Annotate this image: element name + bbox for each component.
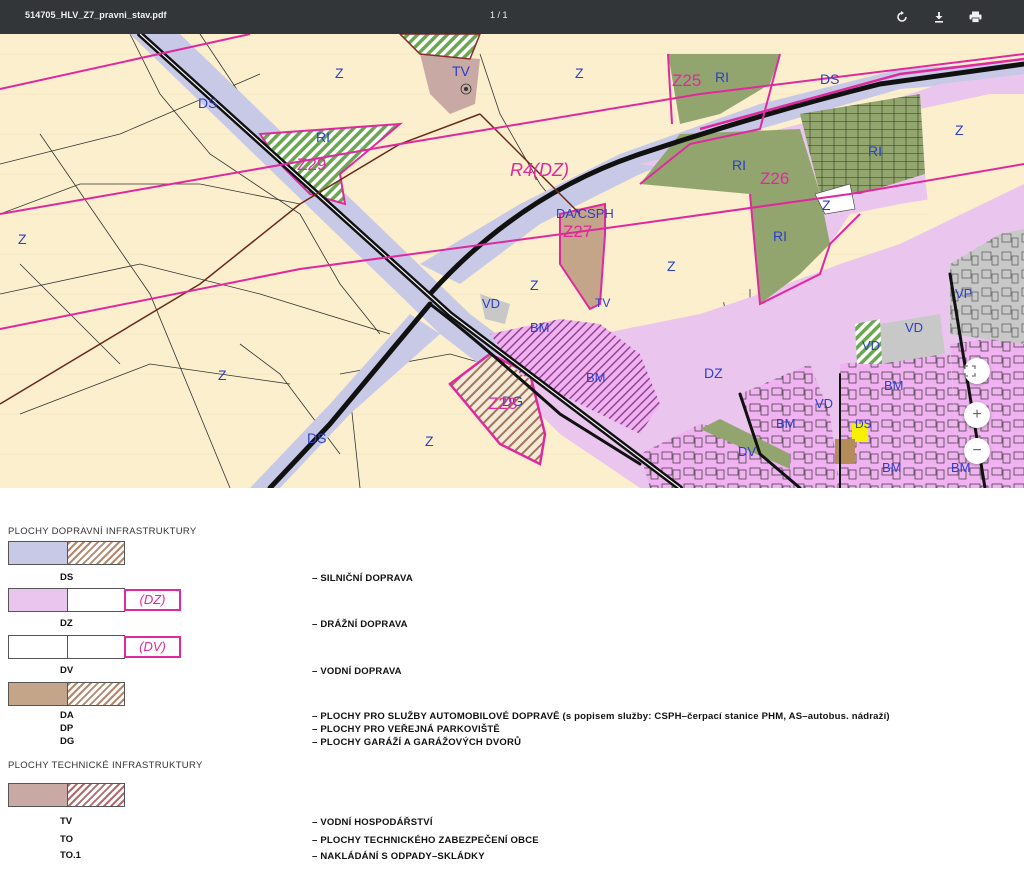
label-vd: VD bbox=[905, 320, 923, 335]
label-vp: VP bbox=[955, 286, 972, 301]
pdf-toolbar: 514705_HLV_Z7_pravni_stav.pdf 1 / 1 bbox=[0, 0, 1024, 34]
label-z: Z bbox=[575, 65, 584, 81]
swatch-ds-fill bbox=[8, 541, 68, 565]
document-filename: 514705_HLV_Z7_pravni_stav.pdf bbox=[25, 10, 167, 20]
rotate-icon bbox=[897, 11, 907, 22]
label-ri: RI bbox=[715, 69, 729, 85]
label-bm: BM bbox=[884, 378, 904, 393]
dp-brown-plot bbox=[835, 439, 855, 464]
label-bm: BM bbox=[586, 370, 606, 385]
label-ri: RI bbox=[868, 143, 882, 159]
label-r4dz: R4(DZ) bbox=[510, 160, 569, 180]
label-ri: RI bbox=[316, 129, 330, 145]
legend-desc: – PLOCHY TECHNICKÉHO ZABEZPEČENÍ OBCE bbox=[312, 835, 539, 846]
label-z: Z bbox=[18, 231, 27, 247]
label-z25: Z25 bbox=[672, 71, 701, 90]
label-z26: Z26 bbox=[760, 169, 789, 188]
rotate-button[interactable] bbox=[893, 8, 911, 26]
download-button[interactable] bbox=[930, 8, 948, 26]
zoom-out-button[interactable]: − bbox=[964, 438, 990, 464]
section-technical-title: PLOCHY TECHNICKÉ INFRASTRUKTURY bbox=[8, 760, 203, 771]
swatch-tv-fill bbox=[8, 783, 68, 807]
legend-desc: – SILNIČNÍ DOPRAVA bbox=[312, 573, 413, 584]
label-z: Z bbox=[530, 277, 539, 293]
label-vd: VD bbox=[815, 396, 833, 411]
label-ds: DS bbox=[820, 71, 839, 87]
download-icon bbox=[935, 12, 943, 23]
legend-code: DS bbox=[60, 572, 74, 583]
legend-code: TV bbox=[60, 816, 73, 827]
label-z28: Z28 bbox=[488, 394, 517, 413]
fit-page-icon bbox=[964, 365, 976, 377]
print-button[interactable] bbox=[966, 8, 984, 26]
fit-page-button[interactable] bbox=[964, 358, 990, 384]
label-bm: BM bbox=[776, 416, 796, 431]
label-da-csph: DA/CSPH bbox=[556, 206, 614, 221]
legend-desc: – PLOCHY PRO VEŘEJNÁ PARKOVIŠTĚ bbox=[312, 724, 500, 735]
swatch-dz-empty bbox=[67, 588, 125, 612]
tv-symbol-dot bbox=[464, 87, 468, 91]
label-z: Z bbox=[425, 433, 434, 449]
label-bm: BM bbox=[951, 460, 971, 475]
label-ri: RI bbox=[773, 228, 787, 244]
label-z27: Z27 bbox=[563, 222, 592, 241]
legend-desc: – VODNÍ HOSPODÁŘSTVÍ bbox=[312, 817, 433, 828]
zoom-in-button[interactable]: + bbox=[964, 402, 990, 428]
label-vd: VD bbox=[482, 296, 500, 311]
swatch-tv-hatch bbox=[67, 783, 125, 807]
map-legend: PLOCHY DOPRAVNÍ INFRASTRUKTURY DS – SILN… bbox=[0, 488, 1024, 873]
page-indicator: 1 / 1 bbox=[490, 10, 508, 20]
label-dz: DZ bbox=[704, 365, 723, 381]
legend-code: DA bbox=[60, 710, 74, 721]
label-ds: DS bbox=[198, 95, 217, 111]
legend-code: TO.1 bbox=[60, 850, 81, 861]
print-icon bbox=[969, 11, 981, 23]
label-dv: DV bbox=[738, 444, 756, 459]
label-tv: TV bbox=[595, 296, 610, 310]
swatch-dv-tag: (DV) bbox=[124, 636, 181, 658]
swatch-ds-hatch bbox=[67, 541, 125, 565]
label-z: Z bbox=[667, 258, 676, 274]
legend-desc: – PLOCHY PRO SLUŽBY AUTOMOBILOVÉ DOPRAVĚ… bbox=[312, 711, 890, 722]
swatch-da-fill bbox=[8, 682, 68, 706]
legend-code: TO bbox=[60, 834, 74, 845]
zoning-map: Z Z Z Z Z Z Z Z Z Z DS DS DS DS TV TV RI… bbox=[0, 34, 1024, 488]
label-z: Z bbox=[955, 122, 964, 138]
swatch-da-hatch bbox=[67, 682, 125, 706]
map-viewport[interactable]: Z Z Z Z Z Z Z Z Z Z DS DS DS DS TV TV RI… bbox=[0, 34, 1024, 488]
label-tv: TV bbox=[452, 63, 471, 79]
label-bm: BM bbox=[882, 460, 902, 475]
label-ds: DS bbox=[307, 430, 326, 446]
legend-desc: – PLOCHY GARÁŽÍ A GARÁŽOVÝCH DVORŮ bbox=[312, 737, 522, 748]
label-z: Z bbox=[218, 367, 227, 383]
section-transport-title: PLOCHY DOPRAVNÍ INFRASTRUKTURY bbox=[8, 526, 197, 537]
swatch-dz-tag: (DZ) bbox=[124, 589, 181, 611]
legend-code: DP bbox=[60, 723, 74, 734]
label-vd: VD bbox=[862, 338, 880, 353]
legend-desc: – NAKLÁDÁNÍ S ODPADY–SKLÁDKY bbox=[312, 851, 485, 862]
label-z: Z bbox=[822, 197, 831, 213]
label-z29: Z29 bbox=[297, 155, 326, 174]
legend-desc: – VODNÍ DOPRAVA bbox=[312, 666, 402, 677]
swatch-dv-empty bbox=[67, 635, 125, 659]
legend-desc: – DRÁŽNÍ DOPRAVA bbox=[312, 619, 408, 630]
label-bm: BM bbox=[530, 320, 550, 335]
legend-code: DV bbox=[60, 665, 74, 676]
swatch-dv-fill bbox=[8, 635, 68, 659]
legend-code: DZ bbox=[60, 618, 73, 629]
label-ri: RI bbox=[732, 157, 746, 173]
swatch-dz-fill bbox=[8, 588, 68, 612]
label-ds: DS bbox=[855, 417, 872, 431]
label-z: Z bbox=[335, 65, 344, 81]
legend-code: DG bbox=[60, 736, 75, 747]
